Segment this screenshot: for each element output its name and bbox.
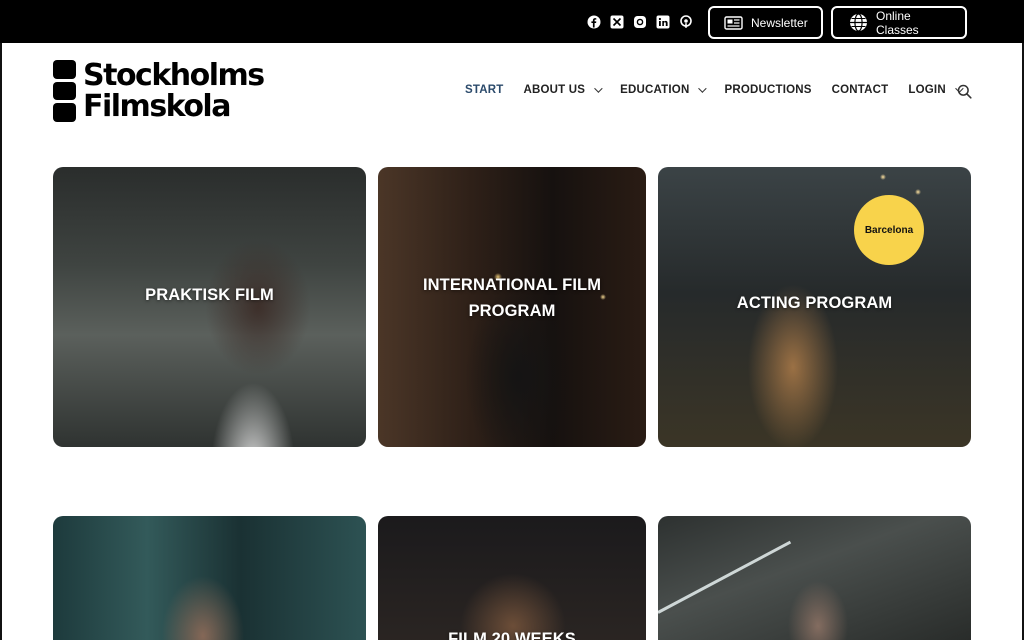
nav-productions[interactable]: PRODUCTIONS [724,84,811,96]
nav-start[interactable]: START [465,84,503,96]
chevron-down-icon [698,84,708,93]
card-image [378,516,646,640]
nav-education[interactable]: EDUCATION [620,84,708,96]
newsletter-button[interactable]: Newsletter [708,6,823,39]
facebook-icon[interactable] [587,15,601,29]
nav-login[interactable]: LOGIN [908,84,964,96]
logo-mark [53,60,76,122]
course-card-acting-program[interactable]: Barcelona ACTING PROGRAM [658,167,971,447]
chevron-down-icon [594,84,603,93]
card-image [658,516,971,640]
online-classes-label: Online Classes [876,8,919,37]
search-icon[interactable] [957,84,972,99]
instagram-icon[interactable] [633,15,647,29]
logo-text: Stockholms Filmskola [83,58,265,124]
course-card[interactable] [658,516,971,640]
card-image [53,516,366,640]
online-classes-button[interactable]: Online Classes [831,6,967,39]
x-icon[interactable] [610,15,624,29]
frame-border-left [0,43,2,640]
linkedin-icon[interactable] [656,15,670,29]
podcast-icon[interactable] [679,15,693,29]
course-card[interactable] [53,516,366,640]
main-nav: START ABOUT US EDUCATION PRODUCTIONS CON… [465,84,981,96]
course-card-film-20-weeks[interactable]: FILM 20 WEEKS [378,516,646,640]
newspaper-icon [724,15,743,30]
location-badge: Barcelona [854,195,924,265]
card-title: ACTING PROGRAM [736,294,893,312]
card-title: PRAKTISK FILM [145,286,274,304]
course-card-international-film-program[interactable]: INTERNATIONAL FILM PROGRAM [378,167,646,447]
globe-icon [850,13,867,32]
site-logo[interactable]: Stockholms Filmskola [53,58,265,124]
top-bar: Newsletter Online Classes [0,0,1024,43]
card-title: FILM 20 WEEKS [448,630,576,640]
social-links [587,15,693,29]
course-card-praktisk-film[interactable]: PRAKTISK FILM [53,167,366,447]
card-title: INTERNATIONAL FILM PROGRAM [422,276,602,320]
nav-contact[interactable]: CONTACT [832,84,889,96]
newsletter-label: Newsletter [751,15,808,30]
nav-about-us[interactable]: ABOUT US [523,84,603,96]
